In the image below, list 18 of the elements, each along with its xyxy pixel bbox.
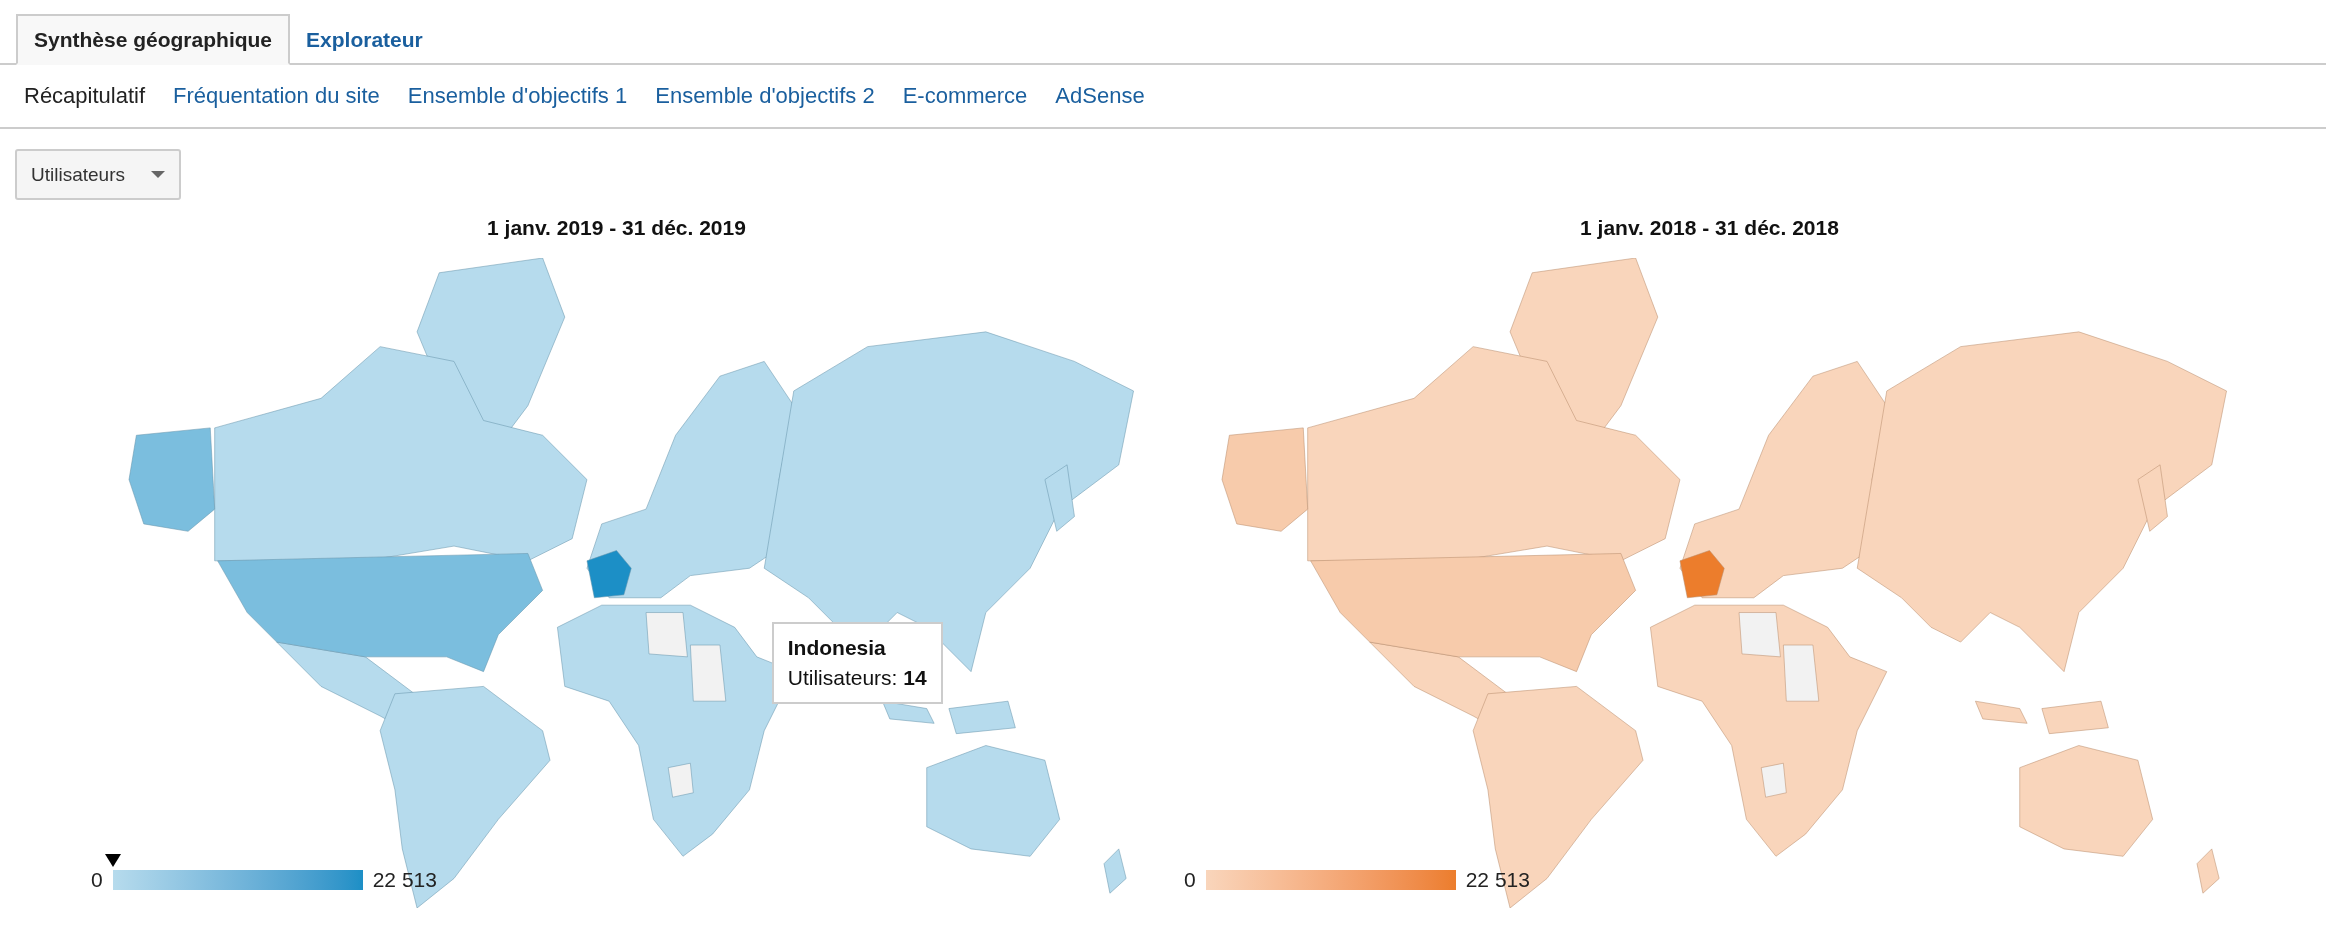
report-link[interactable]: Ensemble d'objectifs 2 xyxy=(645,83,885,109)
tab[interactable]: Synthèse géographique xyxy=(16,14,291,65)
metric-dropdown[interactable]: Utilisateurs xyxy=(15,149,181,200)
tab[interactable]: Explorateur xyxy=(290,14,439,65)
report-link[interactable]: AdSense xyxy=(1045,83,1155,109)
map-title: 1 janv. 2018 - 31 déc. 2018 xyxy=(1580,216,1839,240)
report-link[interactable]: Ensemble d'objectifs 1 xyxy=(397,83,638,109)
tooltip-country: Indonesia xyxy=(787,636,887,660)
legend-max: 22 513 xyxy=(1465,868,1530,892)
report-link[interactable]: Fréquentation du site xyxy=(163,83,390,109)
legend-max: 22 513 xyxy=(372,868,437,892)
caret-icon xyxy=(151,170,165,179)
map-title: 1 janv. 2019 - 31 déc. 2019 xyxy=(487,216,746,240)
report-link[interactable]: Récapitulatif xyxy=(14,83,156,109)
legend-min: 0 xyxy=(91,868,103,892)
tooltip-value: Utilisateurs: 14 xyxy=(787,666,927,690)
legend-min: 0 xyxy=(1184,868,1196,892)
report-link[interactable]: E-commerce xyxy=(892,83,1038,109)
